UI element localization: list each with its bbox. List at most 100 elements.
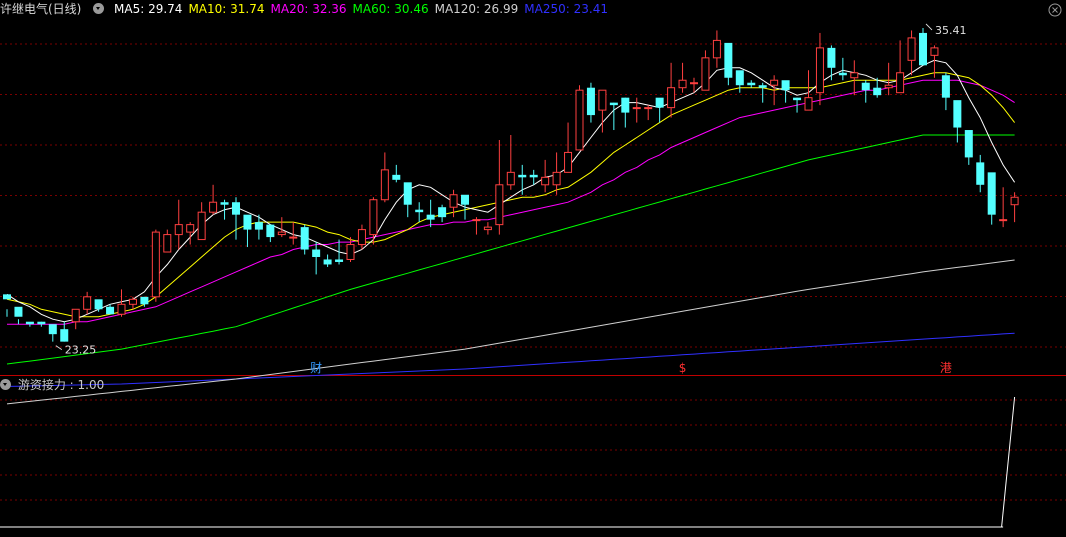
candle-body-down	[655, 97, 664, 108]
high-price-label: 35.41	[935, 24, 967, 37]
low-price-label: 23.25	[65, 344, 97, 357]
ma-legend: MA5: 29.74 MA10: 31.74 MA20: 32.36 MA60: 30…	[114, 2, 614, 16]
candle-body-down	[793, 97, 802, 101]
candle-body-down	[953, 100, 962, 128]
candle-body-down	[300, 227, 309, 250]
candle-body-up	[71, 308, 80, 323]
candle-body-up	[128, 298, 137, 305]
candle-body-down	[254, 222, 263, 230]
event-marker[interactable]: 财	[310, 361, 322, 375]
low-marker-arrow	[55, 345, 63, 351]
close-panel-icon[interactable]	[1048, 3, 1062, 17]
candle-body-down	[976, 162, 985, 185]
candle-body-up	[289, 236, 298, 239]
candle-body-up	[598, 89, 607, 111]
candle-body-down	[60, 329, 69, 342]
candle-body-up	[163, 234, 172, 253]
candle-body-down	[323, 259, 332, 265]
candle-body-up	[495, 184, 504, 226]
candle-body-up	[151, 231, 160, 298]
candle-body-down	[140, 296, 149, 305]
candle-body-down	[861, 82, 870, 91]
candle-body-down	[243, 214, 252, 230]
candle-body-down	[529, 174, 538, 178]
candle-body-up	[815, 47, 824, 94]
event-marker[interactable]: 港	[940, 361, 952, 375]
candle-body-up	[575, 89, 584, 151]
indicator-value: : 1.00	[69, 378, 105, 392]
candle-body-down	[415, 209, 424, 213]
candle-body-down	[94, 299, 103, 310]
candle-body-down	[403, 182, 412, 205]
candle-body-up	[506, 171, 515, 186]
candle-body-down	[25, 321, 34, 325]
candle-body-down	[3, 294, 11, 300]
candle-body-up	[174, 224, 183, 236]
candle-body-up	[357, 229, 366, 246]
candle-body-down	[735, 70, 744, 86]
candle-body-down	[14, 306, 23, 317]
candle-body-up	[83, 296, 92, 310]
indicator-line	[0, 396, 1016, 528]
candle-body-up	[884, 84, 893, 89]
candle-body-down	[838, 72, 847, 76]
candle-body-down	[461, 194, 469, 205]
candle-body-down	[609, 102, 618, 106]
candle-body-up	[667, 87, 676, 109]
candle-body-down	[392, 174, 401, 180]
candle-body-up	[346, 244, 355, 260]
candle-body-down	[426, 214, 435, 220]
candle-body-up	[850, 72, 859, 79]
ma-settings-dropdown-icon[interactable]	[93, 3, 105, 14]
candle-body-up	[552, 171, 561, 186]
chart-stage[interactable]: 35.41 23.25 财 $ 港 许继电气(日线) MA5: 29.74 MA10: 3…	[0, 0, 1066, 534]
candle-body-down	[827, 47, 836, 68]
ma-legend-item: MA20: 32.36	[270, 2, 347, 16]
candle-body-down	[266, 224, 275, 238]
candle-body-down	[106, 306, 115, 315]
event-marker[interactable]: $	[679, 361, 687, 375]
candle-body-down	[873, 87, 882, 96]
candle-body-down	[220, 202, 229, 205]
candle-body-up	[186, 224, 195, 233]
indicator-dropdown-icon[interactable]	[0, 379, 11, 390]
high-marker-arrow	[925, 23, 933, 31]
candle-body-up	[804, 97, 813, 111]
candle-body-up	[380, 169, 389, 201]
candle-body-up	[541, 176, 550, 186]
candle-body-down	[48, 324, 57, 335]
ma-legend-item: MA250: 23.41	[524, 2, 608, 16]
candle-body-up	[483, 226, 492, 231]
candle-body-up	[472, 219, 481, 222]
candle-body-up	[999, 219, 1008, 222]
ma-legend-item: MA60: 30.46	[352, 2, 429, 16]
ma-legend-item: MA5: 29.74	[114, 2, 183, 16]
candle-body-down	[987, 172, 996, 215]
candle-body-up	[690, 82, 698, 85]
candle-body-up	[644, 107, 653, 110]
candle-body-up	[117, 303, 126, 315]
ma-legend-item: MA10: 31.74	[188, 2, 265, 16]
candle-body-up	[369, 199, 378, 236]
candle-body-down	[37, 321, 46, 325]
candle-body-down	[724, 42, 733, 78]
candle-body-down	[919, 32, 927, 66]
candle-body-down	[232, 202, 240, 215]
candle-body-down	[941, 75, 950, 98]
candle-body-up	[896, 72, 905, 94]
candle-body-down	[586, 87, 595, 116]
candle-body-up	[907, 37, 916, 61]
indicator-label: 游资接力	[17, 378, 66, 392]
candle-body-up	[632, 107, 641, 110]
candle-body-up	[678, 79, 687, 89]
candle-body-down	[518, 174, 527, 178]
candle-body-up	[701, 57, 710, 91]
candle-body-up	[1010, 196, 1019, 206]
candle-body-up	[449, 194, 458, 208]
candle-body-down	[964, 130, 973, 158]
kline-chart-svg[interactable]: 35.41 23.25 财 $ 港	[0, 0, 1066, 534]
candle-body-up	[277, 231, 286, 236]
candle-body-down	[747, 82, 756, 86]
ma-legend-item: MA120: 26.99	[434, 2, 519, 16]
candle-body-up	[930, 47, 939, 56]
